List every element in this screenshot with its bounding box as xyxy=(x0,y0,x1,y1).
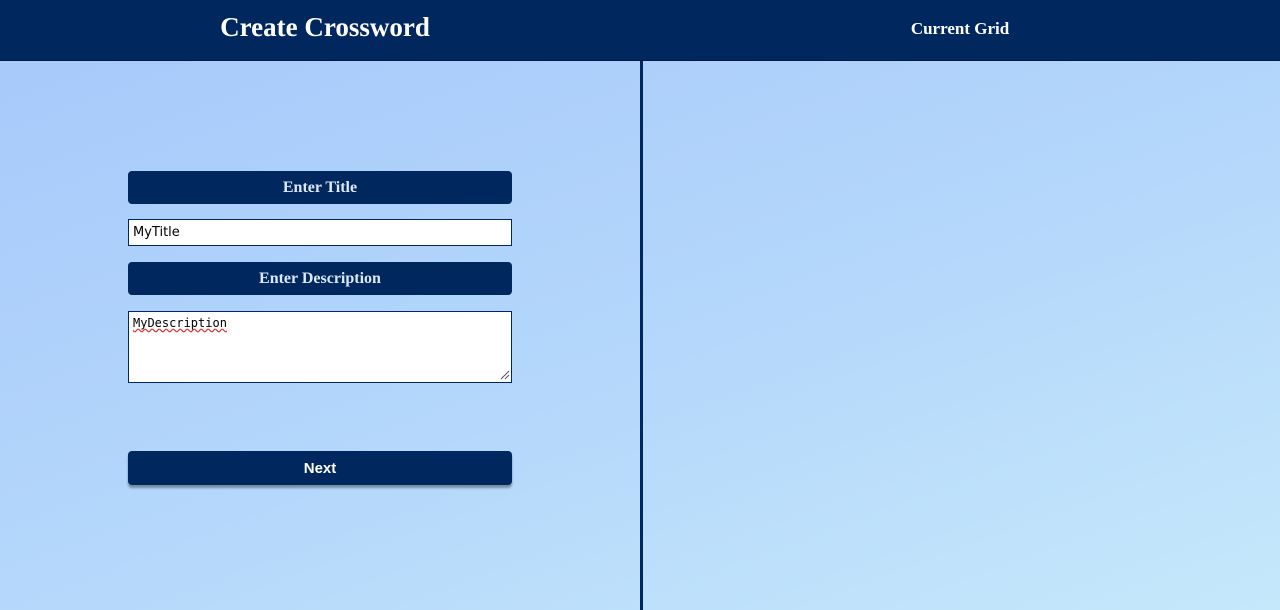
current-grid-panel xyxy=(643,61,1280,610)
page-title: Create Crossword xyxy=(220,12,430,42)
title-label: Enter Title xyxy=(128,171,512,204)
description-input[interactable]: MyDescription xyxy=(128,311,512,383)
grid-panel-title: Current Grid xyxy=(910,19,1010,38)
next-button[interactable]: Next xyxy=(128,451,512,485)
top-bar: Create Crossword Current Grid xyxy=(0,0,1280,61)
title-input[interactable] xyxy=(128,219,512,246)
resize-grip-icon[interactable] xyxy=(498,368,510,380)
description-label: Enter Description xyxy=(128,262,512,295)
